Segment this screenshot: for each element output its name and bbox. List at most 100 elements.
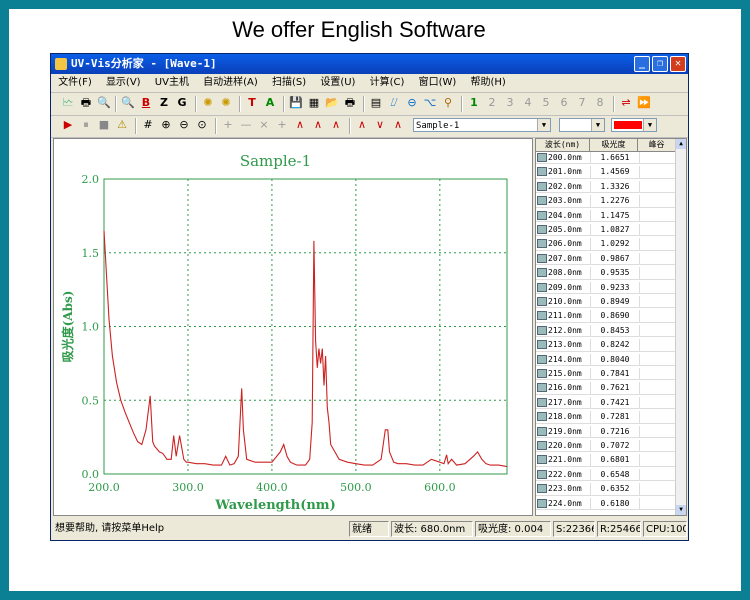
peak-pick-icon[interactable]: ∧ [293, 118, 307, 132]
table-row[interactable]: 220.0nm 0.7072 [536, 440, 676, 453]
channel-8-button[interactable]: 8 [593, 96, 607, 110]
table-row[interactable]: 222.0nm 0.6548 [536, 468, 676, 482]
lamp-w-icon[interactable]: ✺ [219, 96, 233, 110]
inspect-icon[interactable]: 🔍 [97, 96, 111, 110]
title-bar[interactable]: UV-Vis分析家 - [Wave-1] _ ❐ ✕ [51, 54, 688, 74]
channel-2-button[interactable]: 2 [485, 96, 499, 110]
table-row[interactable]: 207.0nm 0.9867 [536, 252, 676, 266]
table-icon[interactable]: ▤ [369, 96, 383, 110]
cell-peak-valley [640, 368, 675, 379]
annotation-icon[interactable]: A [263, 96, 277, 110]
table-scrollbar[interactable]: ▲ ▼ [675, 139, 686, 515]
header-wavelength[interactable]: 波长(nm) [536, 139, 590, 151]
table-row[interactable]: 214.0nm 0.8040 [536, 353, 676, 366]
table-row[interactable]: 224.0nm 0.6180 [536, 497, 676, 510]
minimize-button[interactable]: _ [634, 56, 650, 72]
zoom-in-icon[interactable]: ⊕ [159, 118, 173, 132]
channel-7-button[interactable]: 7 [575, 96, 589, 110]
baseline-icon[interactable]: B [139, 96, 153, 110]
table-row[interactable]: 203.0nm 1.2276 [536, 195, 676, 208]
close-button[interactable]: ✕ [670, 56, 686, 72]
line-style-select[interactable]: ▼ [559, 118, 605, 132]
print-icon[interactable]: 🖶 [79, 96, 93, 110]
scroll-up-icon[interactable]: ▲ [676, 139, 686, 149]
gain-icon[interactable]: G [175, 96, 189, 110]
derivative-icon[interactable]: ∧ [355, 118, 369, 132]
spectrum-icon[interactable]: 🗠 [61, 96, 75, 110]
peaks-icon[interactable]: ⚲ [441, 96, 455, 110]
hline-icon[interactable]: — [239, 118, 253, 132]
x-marker-icon[interactable]: × [257, 118, 271, 132]
table-row[interactable]: 200.0nm 1.6651 [536, 152, 676, 165]
header-absorbance[interactable]: 吸光度 [590, 139, 638, 151]
table-row[interactable]: 206.0nm 1.0292 [536, 238, 676, 251]
table-row[interactable]: 215.0nm 0.7841 [536, 368, 676, 381]
valley-icon[interactable]: ∨ [373, 118, 387, 132]
channel-6-button[interactable]: 6 [557, 96, 571, 110]
table-row[interactable]: 209.0nm 0.9233 [536, 281, 676, 294]
maximize-button[interactable]: ❐ [652, 56, 668, 72]
table-row[interactable]: 201.0nm 1.4569 [536, 166, 676, 179]
text-tool-icon[interactable]: T [245, 96, 259, 110]
table-row[interactable]: 221.0nm 0.6801 [536, 454, 676, 467]
spectrum-plot[interactable]: 200.0 300.0 400.0 500.0 600.0 0.0 0.5 1.0 1.5 2.0… [53, 138, 533, 516]
minus-circle-icon[interactable]: ⊖ [405, 96, 419, 110]
channel-3-button[interactable]: 3 [503, 96, 517, 110]
grid-toggle-icon[interactable]: # [141, 118, 155, 132]
lamp-d2-icon[interactable]: ✺ [201, 96, 215, 110]
table-row[interactable]: 205.0nm 1.0827 [536, 224, 676, 237]
pause-icon[interactable]: ⏸ [79, 118, 93, 132]
save-icon[interactable]: 💾 [289, 96, 303, 110]
menu-item-scan[interactable]: 扫描(S) [272, 77, 306, 88]
zoom-out-icon[interactable]: ⊖ [177, 118, 191, 132]
crosshair-icon[interactable]: + [221, 118, 235, 132]
table-row[interactable]: 213.0nm 0.8242 [536, 339, 676, 352]
color-select[interactable]: ▼ [611, 118, 657, 132]
menu-item-compute[interactable]: 计算(C) [370, 77, 405, 88]
print-preview-icon[interactable]: 🖶 [343, 96, 357, 110]
graph-icon[interactable]: ⌰ [387, 96, 401, 110]
export-icon[interactable]: ⇌ [619, 96, 633, 110]
warning-icon[interactable]: ⚠ [115, 118, 129, 132]
table-row[interactable]: 216.0nm 0.7621 [536, 382, 676, 395]
table-row[interactable]: 223.0nm 0.6352 [536, 483, 676, 496]
peak-area-icon[interactable]: ∧ [311, 118, 325, 132]
table-row[interactable]: 217.0nm 0.7421 [536, 396, 676, 410]
table-row[interactable]: 208.0nm 0.9535 [536, 267, 676, 280]
zero-icon[interactable]: Z [157, 96, 171, 110]
menu-item-view[interactable]: 显示(V) [106, 77, 141, 88]
table-row[interactable]: 211.0nm 0.8690 [536, 310, 676, 323]
start-scan-icon[interactable]: ▶ [61, 118, 75, 132]
menu-item-settings[interactable]: 设置(U) [320, 77, 355, 88]
row-icon [537, 282, 547, 292]
grid-icon[interactable]: ▦ [307, 96, 321, 110]
menu-item-window[interactable]: 窗口(W) [419, 77, 457, 88]
search-icon[interactable]: 🔍 [121, 96, 135, 110]
cell-peak-valley [640, 152, 675, 163]
stop-icon[interactable]: ■ [97, 118, 111, 132]
menu-item-uv-host[interactable]: UV主机 [155, 77, 189, 88]
table-row[interactable]: 218.0nm 0.7281 [536, 411, 676, 424]
forward-icon[interactable]: ⏩ [637, 96, 651, 110]
menu-item-autosampler[interactable]: 自动进样(A) [203, 77, 258, 88]
menu-item-help[interactable]: 帮助(H) [471, 77, 506, 88]
scroll-down-icon[interactable]: ▼ [676, 505, 686, 515]
channel-4-button[interactable]: 4 [521, 96, 535, 110]
open-icon[interactable]: 📂 [325, 96, 339, 110]
cell-absorbance: 0.6801 [591, 454, 640, 466]
peak-label-icon[interactable]: ∧ [329, 118, 343, 132]
table-row[interactable]: 202.0nm 1.3326 [536, 180, 676, 194]
table-row[interactable]: 210.0nm 0.8949 [536, 296, 676, 309]
option-icon[interactable]: ⌥ [423, 96, 437, 110]
channel-5-button[interactable]: 5 [539, 96, 553, 110]
header-peak-valley[interactable]: 峰谷 [638, 139, 676, 151]
table-row[interactable]: 204.0nm 1.1475 [536, 209, 676, 222]
zoom-fit-icon[interactable]: ⊙ [195, 118, 209, 132]
menu-item-file[interactable]: 文件(F) [58, 77, 92, 88]
channel-1-button[interactable]: 1 [467, 96, 481, 110]
sample-select[interactable]: Sample-1 ▼ [413, 118, 551, 132]
smooth-icon[interactable]: ∧ [391, 118, 405, 132]
table-row[interactable]: 212.0nm 0.8453 [536, 324, 676, 338]
plus-marker-icon[interactable]: + [275, 118, 289, 132]
table-row[interactable]: 219.0nm 0.7216 [536, 425, 676, 438]
